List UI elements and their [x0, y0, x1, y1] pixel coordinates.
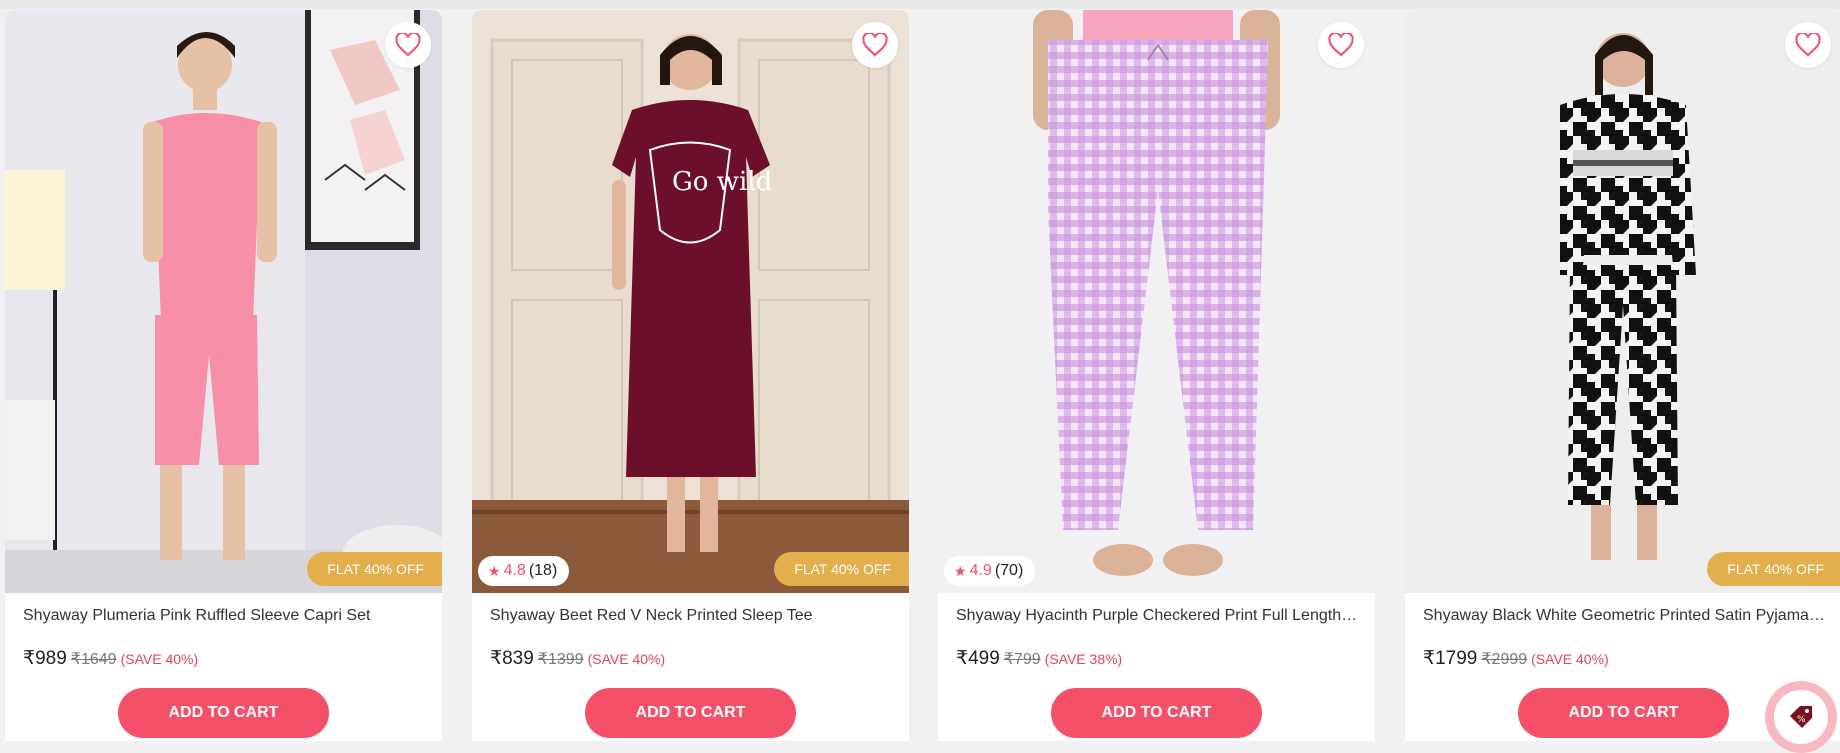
wishlist-heart-icon[interactable] — [852, 22, 898, 68]
product-grid: FLAT 40% OFF Shyaway Plumeria Pink Ruffl… — [0, 10, 1840, 741]
sale-price: ₹499 — [956, 648, 1000, 669]
product-name[interactable]: Shyaway Plumeria Pink Ruffled Sleeve Cap… — [23, 607, 428, 625]
price-row: ₹1799 ₹2999 (SAVE 40%) — [1423, 647, 1609, 670]
price-row: ₹989 ₹1649 (SAVE 40%) — [23, 647, 198, 670]
original-price: ₹799 — [1003, 651, 1041, 668]
rating-count: (18) — [528, 562, 558, 579]
product-image[interactable]: FLAT 40% OFF — [5, 10, 442, 593]
savings-text: (SAVE 40%) — [587, 651, 666, 667]
wishlist-heart-icon[interactable] — [1785, 22, 1831, 68]
original-price: ₹1399 — [537, 651, 584, 668]
savings-text: (SAVE 40%) — [120, 651, 199, 667]
discount-badge: FLAT 40% OFF — [1707, 552, 1840, 586]
product-image[interactable]: Go wild ★ 4.8 (18) FLAT 40% OFF — [472, 10, 909, 593]
rating-chip: ★ 4.8 (18) — [478, 556, 570, 586]
product-image[interactable]: FLAT 40% OFF — [1405, 10, 1840, 593]
product-card[interactable]: Go wild ★ 4.8 (18) FLAT 40% OFF Shyaway … — [472, 10, 909, 741]
star-icon: ★ — [954, 562, 967, 579]
original-price: ₹2999 — [1481, 651, 1528, 668]
savings-text: (SAVE 40%) — [1531, 651, 1609, 667]
product-name[interactable]: Shyaway Beet Red V Neck Printed Sleep Te… — [490, 607, 895, 625]
price-row: ₹839 ₹1399 (SAVE 40%) — [490, 647, 665, 670]
product-card[interactable]: FLAT 40% OFF Shyaway Plumeria Pink Ruffl… — [5, 10, 442, 741]
add-to-cart-button[interactable]: ADD TO CART — [1518, 688, 1729, 738]
add-to-cart-button[interactable]: ADD TO CART — [585, 688, 796, 738]
savings-text: (SAVE 38%) — [1044, 651, 1123, 667]
product-image[interactable]: ★ 4.9 (70) — [938, 10, 1375, 593]
original-price: ₹1649 — [70, 651, 117, 668]
offers-floating-button[interactable]: % — [1765, 681, 1837, 753]
discount-badge: FLAT 40% OFF — [774, 552, 909, 586]
add-to-cart-button[interactable]: ADD TO CART — [1051, 688, 1262, 738]
rating-count: (70) — [994, 562, 1024, 579]
wishlist-heart-icon[interactable] — [385, 22, 431, 68]
product-name[interactable]: Shyaway Black White Geometric Printed Sa… — [1423, 607, 1828, 625]
page-top-strip — [0, 0, 1840, 9]
discount-badge: FLAT 40% OFF — [307, 552, 442, 586]
star-icon: ★ — [488, 562, 501, 579]
rating-chip: ★ 4.9 (70) — [944, 556, 1036, 586]
svg-text:%: % — [1797, 715, 1806, 725]
product-card[interactable]: ★ 4.9 (70) Shyaway Hyacinth Purple Check… — [938, 10, 1375, 741]
svg-text:Go wild: Go wild — [672, 167, 772, 197]
discount-tag-icon: % — [1774, 690, 1828, 744]
rating-value: 4.9 — [969, 562, 992, 579]
product-card[interactable]: FLAT 40% OFF Shyaway Black White Geometr… — [1405, 10, 1840, 741]
sale-price: ₹839 — [490, 648, 534, 669]
add-to-cart-button[interactable]: ADD TO CART — [118, 688, 329, 738]
product-name[interactable]: Shyaway Hyacinth Purple Checkered Print … — [956, 607, 1361, 625]
rating-value: 4.8 — [503, 562, 526, 579]
sale-price: ₹989 — [23, 648, 67, 669]
price-row: ₹499 ₹799 (SAVE 38%) — [956, 647, 1122, 670]
wishlist-heart-icon[interactable] — [1318, 22, 1364, 68]
sale-price: ₹1799 — [1423, 648, 1478, 669]
